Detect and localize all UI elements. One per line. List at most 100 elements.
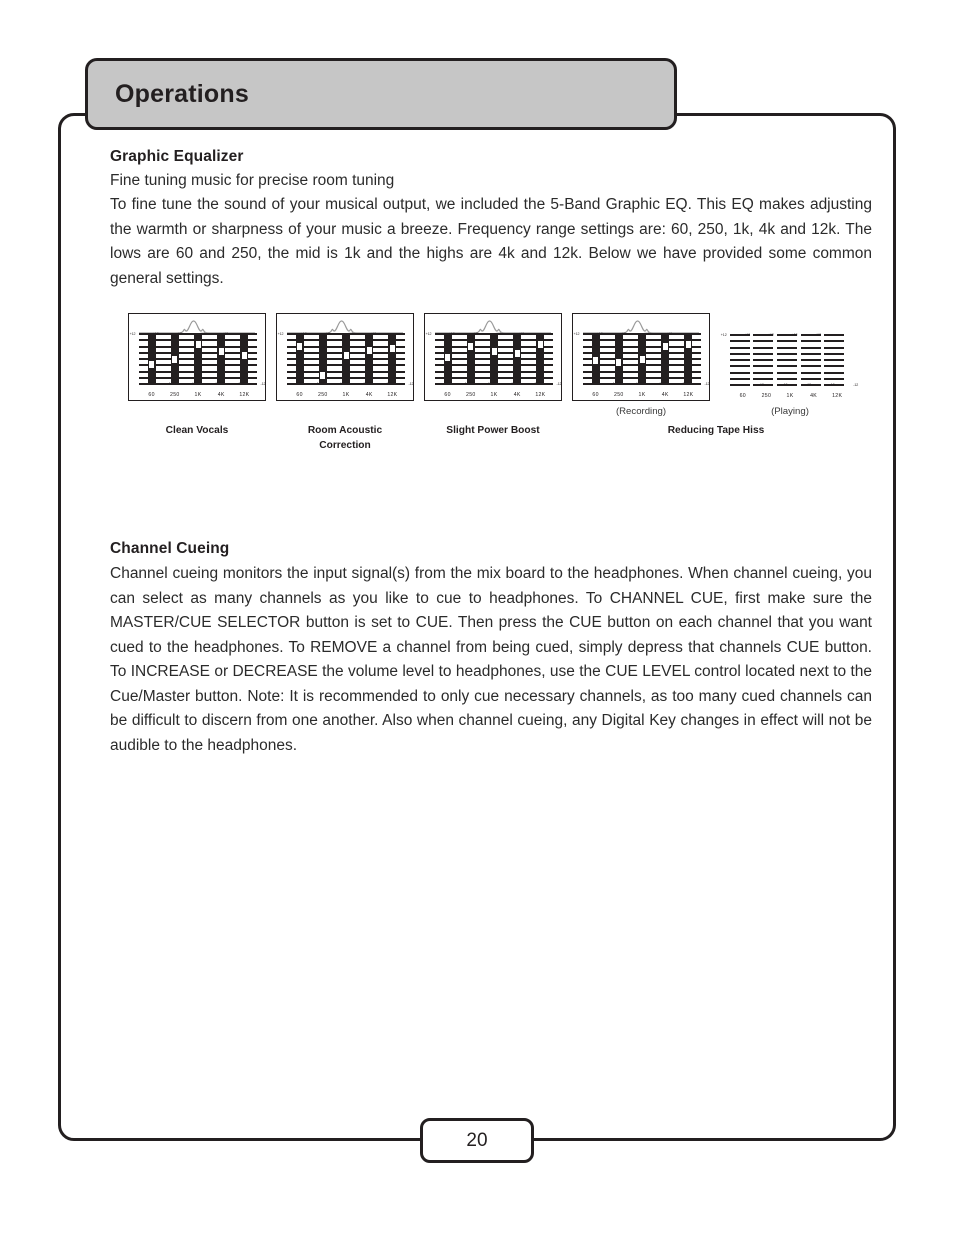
eq-fader-knob[interactable]: [467, 341, 475, 351]
eq-scale-ticks-left: [753, 334, 774, 386]
eq-band-1k[interactable]: +12-121K: [176, 332, 219, 398]
eq-scale-ticks-right: [396, 333, 406, 385]
eq-fader-track[interactable]: [194, 333, 202, 385]
eq-scale-ticks-left: [605, 333, 615, 385]
eq-band-body: +12-12: [370, 332, 413, 386]
eq-fader-track[interactable]: [466, 333, 475, 385]
eq-scale-max-label: +12: [425, 332, 432, 336]
eq-fader-track[interactable]: [365, 333, 374, 385]
eq-panel-caption: Clean Vocals: [165, 425, 229, 436]
eq-band-250[interactable]: +12-12250: [744, 333, 787, 399]
eq-scale-max-label: +12: [518, 332, 525, 336]
eq-scale-ticks-right: [692, 333, 702, 385]
eq-fader-track[interactable]: [217, 333, 226, 385]
eq-scale-ticks-left: [527, 333, 537, 385]
eq-fader-track[interactable]: [170, 333, 179, 385]
page-content-secondary: Channel Cueing Channel cueing monitors t…: [110, 540, 872, 758]
eq-band-body: +12-12: [426, 332, 469, 386]
page-number-badge: 20: [420, 1118, 534, 1163]
eq-scale-ticks-left: [161, 333, 171, 385]
eq-panel-1: +12-1260+12-12250+12-121K+12-124K+12-121…: [128, 313, 266, 401]
eq-band-60[interactable]: +12-1260: [278, 332, 321, 398]
eq-fader-knob[interactable]: [615, 358, 623, 368]
eq-scale-min-label: -12: [556, 382, 562, 386]
eq-scale-max-label: +12: [277, 332, 284, 336]
eq-band-250[interactable]: +12-12250: [153, 332, 196, 398]
eq-fader-knob[interactable]: [319, 370, 327, 380]
eq-band-1k[interactable]: +12-121K: [324, 332, 367, 398]
section-body-graphic-equalizer: To fine tune the sound of your musical o…: [110, 196, 872, 287]
eq-band-body: +12-12: [324, 332, 367, 386]
eq-scale-max-label: +12: [472, 332, 478, 336]
eq-fader-knob[interactable]: [148, 359, 156, 369]
eq-panel-caption: Room Acoustic Correction: [307, 425, 383, 451]
eq-band-60[interactable]: +12-1260: [130, 332, 173, 398]
eq-band-60[interactable]: +12-1260: [426, 332, 469, 398]
eq-band-250[interactable]: +12-12250: [597, 332, 640, 398]
eq-fader-track[interactable]: [591, 333, 600, 385]
eq-fader-knob[interactable]: [513, 349, 521, 359]
eq-band-60[interactable]: +12-1260: [721, 333, 764, 399]
eq-band-body: +12-12: [643, 332, 686, 386]
eq-scale-max-label: +12: [495, 332, 501, 336]
eq-fader-track[interactable]: [443, 333, 452, 385]
eq-band-12k[interactable]: +12 -12 12K: [518, 332, 561, 398]
eq-band-4k[interactable]: +12-124K: [199, 332, 242, 398]
eq-band-250[interactable]: +12-12250: [449, 332, 492, 398]
eq-band-4k[interactable]: +12-124K: [347, 332, 390, 398]
page-header-tab: Operations: [85, 58, 677, 130]
eq-scale-ticks-right: [544, 333, 554, 385]
eq-scale-max-label: +12: [222, 332, 229, 336]
eq-band-12k[interactable]: +12 -12 12K: [222, 332, 265, 398]
eq-fader-knob[interactable]: [194, 340, 202, 350]
eq-fader-knob[interactable]: [638, 354, 646, 364]
eq-fader-knob[interactable]: [444, 352, 452, 362]
eq-fader-knob[interactable]: [171, 354, 179, 364]
eq-band-1k[interactable]: +12-121K: [768, 333, 811, 399]
eq-scale-max-label: +12: [199, 332, 205, 336]
eq-fader-knob[interactable]: [342, 350, 350, 360]
eq-panel-inner: +12-1260+12-12250+12-121K+12-124K+12-121…: [129, 314, 265, 400]
eq-band-4k[interactable]: +12-124K: [643, 332, 686, 398]
eq-panel-inner: +12-1260+12-12250+12-121K+12-124K+12-121…: [573, 314, 709, 400]
eq-fader-track[interactable]: [513, 333, 522, 385]
eq-scale-max-label: +12: [744, 333, 751, 337]
eq-fader-track[interactable]: [638, 333, 646, 385]
eq-scale-ticks-left: [379, 333, 389, 385]
eq-fader-track[interactable]: [490, 333, 498, 385]
eq-band-12k[interactable]: +12 -12 12K: [370, 332, 413, 398]
eq-band-body: +12-12: [666, 332, 709, 386]
eq-fader-knob[interactable]: [592, 356, 600, 366]
eq-band-1k[interactable]: +12-121K: [620, 332, 663, 398]
eq-band-12k[interactable]: +12 -12 12K: [666, 332, 709, 398]
eq-band-body: +12-12: [792, 333, 835, 387]
eq-band-body: +12-12: [574, 332, 617, 386]
eq-band-250[interactable]: +12-12250: [301, 332, 344, 398]
eq-fader-track[interactable]: [318, 333, 327, 385]
eq-fader-track[interactable]: [661, 333, 670, 385]
eq-fader-knob[interactable]: [684, 340, 692, 350]
eq-scale-min-label: -12: [853, 383, 859, 387]
eq-fader-knob[interactable]: [661, 341, 669, 351]
eq-band-4k[interactable]: +12-124K: [495, 332, 538, 398]
eq-fader-track[interactable]: [342, 333, 350, 385]
eq-fader-track[interactable]: [295, 333, 304, 385]
eq-fader-knob[interactable]: [536, 340, 544, 350]
eq-fader-track[interactable]: [388, 333, 397, 385]
eq-band-60[interactable]: +12-1260: [574, 332, 617, 398]
eq-fader-track[interactable]: [147, 333, 156, 385]
eq-fader-knob[interactable]: [217, 347, 225, 357]
eq-fader-knob[interactable]: [490, 347, 498, 357]
eq-fader-knob[interactable]: [296, 341, 304, 351]
eq-band-4k[interactable]: +12-124K: [792, 333, 835, 399]
eq-fader-track[interactable]: [536, 333, 545, 385]
eq-fader-knob[interactable]: [240, 350, 248, 360]
eq-fader-knob[interactable]: [365, 345, 373, 355]
eq-fader-track[interactable]: [240, 333, 249, 385]
eq-fader-track[interactable]: [684, 333, 693, 385]
eq-fader-knob[interactable]: [388, 343, 396, 353]
eq-band-12k[interactable]: +12 -12 12K: [815, 333, 858, 399]
eq-band-1k[interactable]: +12-121K: [472, 332, 515, 398]
eq-fader-track[interactable]: [614, 333, 623, 385]
eq-scale-max-label: +12: [596, 332, 603, 336]
